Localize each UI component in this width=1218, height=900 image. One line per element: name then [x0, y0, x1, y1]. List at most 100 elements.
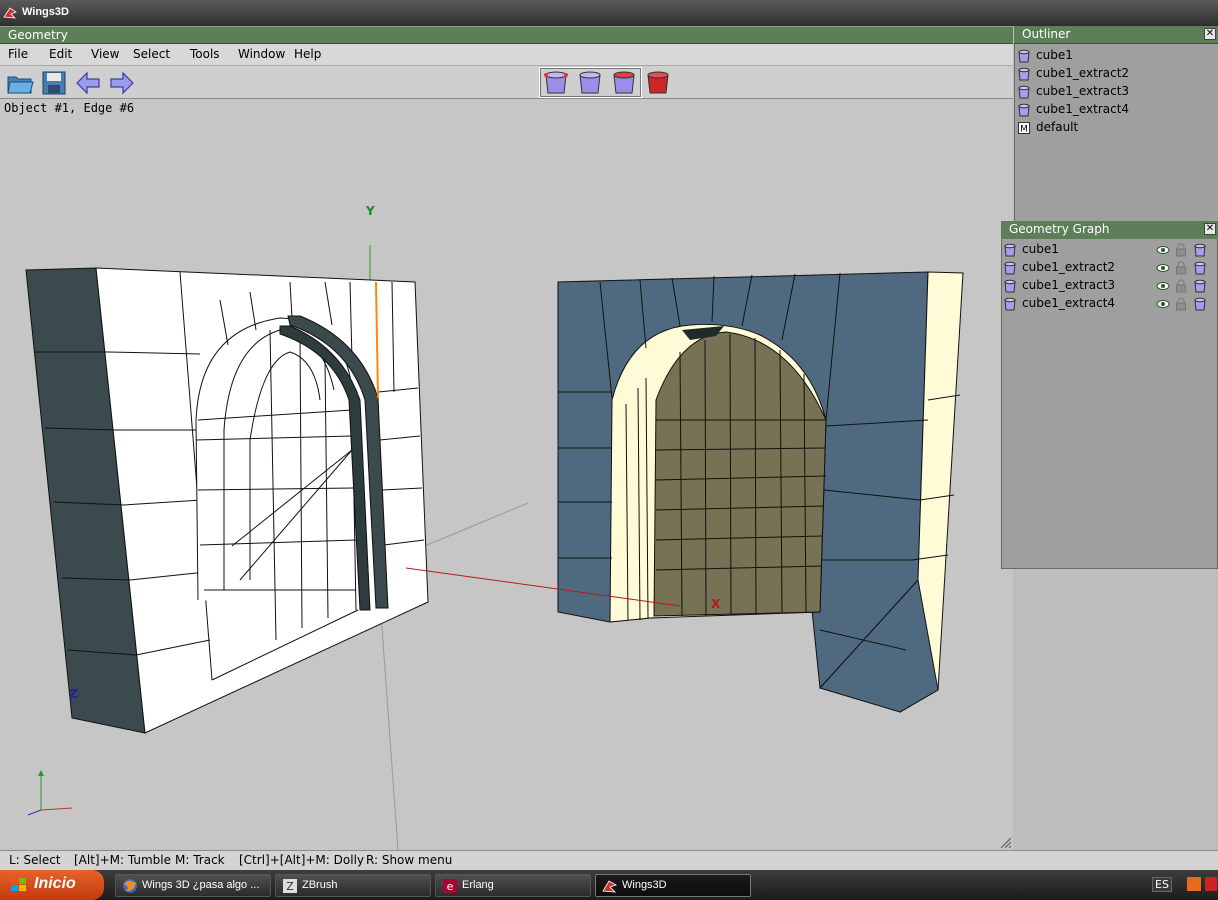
menu-select[interactable]: Select: [133, 47, 170, 61]
erlang-icon: e: [443, 879, 457, 893]
status-bar: L: Select [Alt]+M: Tumble M: Track [Ctrl…: [0, 850, 1218, 870]
outliner-title-bar[interactable]: Outliner ✕: [1014, 26, 1218, 44]
left-arch-object: [25, 267, 429, 734]
redo-arrow-icon[interactable]: [108, 69, 136, 97]
status-tumble-hint: [Alt]+M: Tumble: [74, 853, 172, 867]
toolbar: [0, 66, 1013, 99]
windows-logo-icon: [11, 878, 26, 891]
taskbar-item-label: Erlang: [462, 879, 494, 891]
geometry-graph-title: Geometry Graph: [1009, 222, 1110, 236]
menu-bar: File Edit View Select Tools Window Help: [0, 44, 1013, 66]
grid-axis-line-2: [419, 502, 529, 549]
graph-item[interactable]: cube1_extract4: [1003, 295, 1213, 313]
eye-icon[interactable]: [1156, 280, 1170, 292]
wings3d-icon: [602, 880, 617, 893]
tray-app-icon[interactable]: [1186, 876, 1202, 892]
geometry-viewport[interactable]: Object #1, Edge #6 Y X Z: [0, 99, 1013, 850]
geometry-title-label: Geometry: [8, 28, 68, 42]
right-arch-object: [557, 271, 964, 713]
taskbar: Inicio Wings 3D ¿pasa algo ... Z ZBrush …: [0, 870, 1218, 900]
wireframe-toggle-icon[interactable]: [1193, 279, 1207, 293]
wireframe-toggle-icon[interactable]: [1193, 261, 1207, 275]
outliner-item-label: default: [1036, 120, 1079, 134]
start-button[interactable]: Inicio: [0, 870, 104, 900]
lock-icon[interactable]: [1175, 261, 1187, 275]
outliner-item-label: cube1_extract3: [1036, 84, 1130, 98]
object-icon: [1018, 67, 1030, 81]
geometry-graph-list: cube1 cube1_extract2 cube1_extract3 cube…: [1003, 241, 1213, 321]
graph-item-label: cube1_extract3: [1022, 278, 1116, 292]
resize-grip-icon[interactable]: [1001, 838, 1011, 848]
graph-item-label: cube1_extract4: [1022, 296, 1116, 310]
y-axis-label: Y: [366, 204, 375, 218]
menu-window[interactable]: Window: [238, 47, 285, 61]
svg-text:M: M: [1020, 125, 1028, 135]
face-select-mode-icon[interactable]: [610, 69, 638, 97]
outliner-list: cube1 cube1_extract2 cube1_extract3 cube…: [1017, 47, 1207, 147]
vertex-select-mode-icon[interactable]: [542, 69, 570, 97]
taskbar-item-wings3d[interactable]: Wings3D: [595, 874, 751, 897]
language-indicator[interactable]: ES: [1152, 877, 1172, 892]
graph-item-label: cube1_extract2: [1022, 260, 1116, 274]
save-disk-icon[interactable]: [40, 69, 68, 97]
status-select-hint: L: Select: [9, 853, 61, 867]
outliner-item-label: cube1: [1036, 48, 1073, 62]
taskbar-item-erlang[interactable]: e Erlang: [435, 874, 591, 897]
eye-icon[interactable]: [1156, 244, 1170, 256]
tray-app-icon-2[interactable]: [1204, 876, 1218, 892]
grid-axis-line: [379, 599, 399, 850]
window-title-bar: Wings3D: [0, 0, 1218, 26]
start-label: Inicio: [34, 875, 76, 892]
object-icon: [1018, 85, 1030, 99]
menu-tools[interactable]: Tools: [190, 47, 220, 61]
wireframe-toggle-icon[interactable]: [1193, 297, 1207, 311]
object-icon: [1018, 49, 1030, 63]
firefox-icon: [123, 879, 137, 893]
lock-icon[interactable]: [1175, 279, 1187, 293]
outliner-title: Outliner: [1022, 27, 1071, 41]
object-icon: [1004, 261, 1016, 275]
graph-item[interactable]: cube1_extract2: [1003, 259, 1213, 277]
taskbar-item-label: Wings 3D ¿pasa algo ...: [142, 879, 260, 891]
object-icon: [1004, 297, 1016, 311]
graph-item[interactable]: cube1: [1003, 241, 1213, 259]
menu-file[interactable]: File: [8, 47, 28, 61]
taskbar-item-label: Wings3D: [622, 879, 667, 891]
graph-item[interactable]: cube1_extract3: [1003, 277, 1213, 295]
edge-select-mode-icon[interactable]: [576, 69, 604, 97]
outliner-close-icon[interactable]: ✕: [1204, 28, 1216, 40]
svg-text:Z: Z: [286, 880, 294, 893]
menu-edit[interactable]: Edit: [49, 47, 72, 61]
undo-arrow-icon[interactable]: [74, 69, 102, 97]
menu-help[interactable]: Help: [294, 47, 321, 61]
svg-text:e: e: [447, 880, 454, 893]
material-icon: M: [1018, 122, 1030, 135]
body-select-mode-icon[interactable]: [644, 69, 672, 97]
eye-icon[interactable]: [1156, 298, 1170, 310]
outliner-item-label: cube1_extract4: [1036, 102, 1130, 116]
geometry-graph-close-icon[interactable]: ✕: [1204, 223, 1216, 235]
system-tray: ES: [1146, 873, 1218, 897]
wireframe-toggle-icon[interactable]: [1193, 243, 1207, 257]
status-dolly-hint: [Ctrl]+[Alt]+M: Dolly: [239, 853, 364, 867]
geometry-window-title[interactable]: Geometry: [0, 26, 1013, 44]
x-axis-label: X: [711, 597, 721, 611]
taskbar-item-firefox[interactable]: Wings 3D ¿pasa algo ...: [115, 874, 271, 897]
taskbar-item-label: ZBrush: [302, 879, 338, 891]
z-axis-label: Z: [69, 687, 78, 701]
object-icon: [1004, 243, 1016, 257]
outliner-item-label: cube1_extract2: [1036, 66, 1130, 80]
scene-canvas[interactable]: [0, 99, 1013, 850]
taskbar-item-zbrush[interactable]: Z ZBrush: [275, 874, 431, 897]
status-track-hint: M: Track: [175, 853, 225, 867]
lock-icon[interactable]: [1175, 243, 1187, 257]
eye-icon[interactable]: [1156, 262, 1170, 274]
wings3d-app-icon: [3, 7, 17, 19]
object-icon: [1004, 279, 1016, 293]
window-title: Wings3D: [22, 6, 69, 18]
geometry-graph-title-bar[interactable]: Geometry Graph ✕: [1001, 221, 1218, 239]
open-folder-icon[interactable]: [6, 69, 34, 97]
menu-view[interactable]: View: [91, 47, 119, 61]
lock-icon[interactable]: [1175, 297, 1187, 311]
object-icon: [1018, 103, 1030, 117]
